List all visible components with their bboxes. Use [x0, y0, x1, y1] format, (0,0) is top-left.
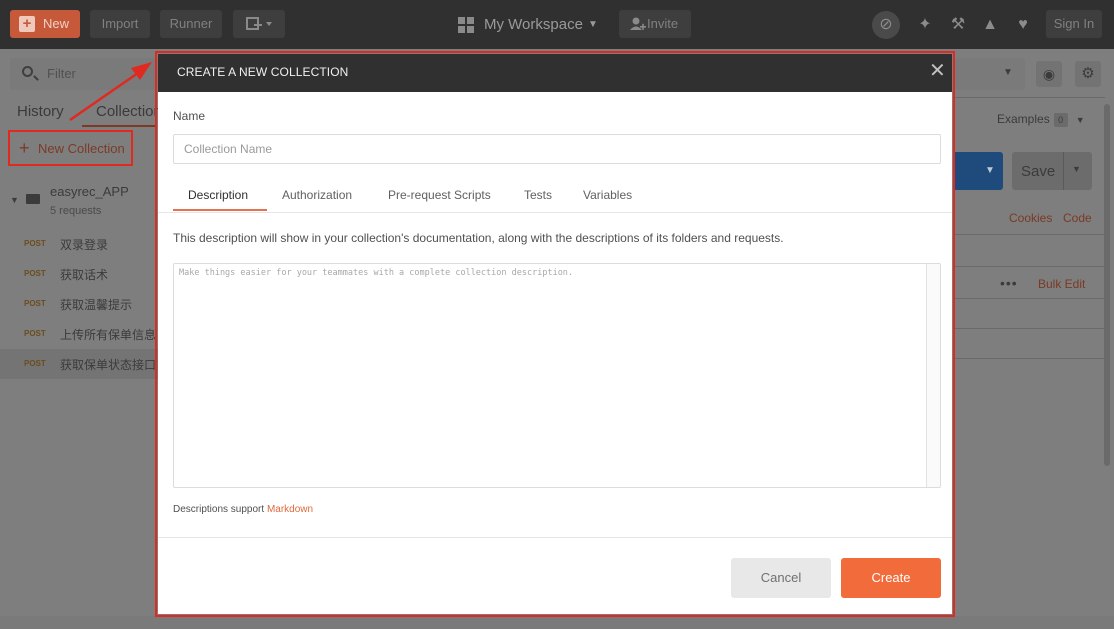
chevron-down-icon: ▼ — [985, 165, 995, 176]
method-badge: POST — [24, 239, 46, 248]
divider — [955, 97, 1105, 98]
annotation-arrow — [69, 62, 152, 122]
bell-icon[interactable]: ▲ — [979, 14, 1001, 36]
tab-tests[interactable]: Tests — [524, 188, 552, 202]
cancel-button[interactable]: Cancel — [731, 558, 831, 598]
code-link[interactable]: Code — [1063, 211, 1092, 225]
cookies-link[interactable]: Cookies — [1009, 211, 1052, 225]
request-name: 上传所有保单信息 — [60, 328, 157, 342]
chevron-down-icon: ▼ — [1003, 67, 1013, 78]
collection-name-input[interactable] — [173, 134, 941, 164]
request-name: 获取话术 — [60, 268, 109, 282]
examples-label: Examples — [997, 112, 1050, 126]
chevron-down-icon: ▼ — [588, 19, 598, 30]
workspace-label: My Workspace — [484, 16, 583, 33]
request-name: 获取温馨提示 — [60, 298, 133, 312]
divider — [955, 328, 1105, 329]
new-collection-label: New Collection — [38, 141, 125, 156]
invite-label: Invite — [647, 16, 679, 31]
create-collection-modal: CREATE A NEW COLLECTION ✕ Name Descripti… — [158, 54, 952, 614]
tab-authorization[interactable]: Authorization — [282, 188, 352, 202]
method-badge: POST — [24, 329, 46, 338]
description-help-text: This description will show in your colle… — [173, 231, 784, 245]
divider — [955, 358, 1105, 359]
status-bar — [0, 616, 1114, 629]
grid-icon — [458, 17, 474, 33]
modal-title: CREATE A NEW COLLECTION — [177, 65, 349, 79]
request-item[interactable]: POST 双录登录 — [0, 229, 158, 259]
new-window-icon — [246, 17, 272, 30]
collection-count: 5 requests — [50, 205, 102, 217]
divider — [158, 212, 952, 213]
tab-pre-request-scripts[interactable]: Pre-request Scripts — [388, 188, 491, 202]
examples-dropdown[interactable]: Examples 0 ▼ — [997, 112, 1085, 127]
heart-icon[interactable]: ♥ — [1012, 14, 1034, 36]
create-button[interactable]: Create — [841, 558, 941, 598]
scrollbar[interactable] — [926, 264, 940, 487]
markdown-note: Descriptions support Markdown — [173, 504, 313, 515]
tab-description[interactable]: Description — [188, 188, 248, 202]
description-textarea[interactable]: Make things easier for your teammates wi… — [173, 263, 941, 488]
more-icon[interactable]: ••• — [1000, 275, 1018, 291]
method-badge: POST — [24, 359, 46, 368]
folder-icon — [26, 194, 40, 204]
chevron-down-icon: ▼ — [1072, 164, 1081, 174]
environment-selector[interactable]: ▼ — [955, 58, 1025, 90]
tab-variables[interactable]: Variables — [583, 188, 632, 202]
new-window-button[interactable] — [233, 10, 285, 38]
request-item[interactable]: POST 获取温馨提示 — [0, 289, 158, 319]
chevron-down-icon: ▼ — [1075, 115, 1085, 125]
bulk-edit-link[interactable]: Bulk Edit — [1038, 277, 1085, 291]
markdown-link[interactable]: Markdown — [267, 504, 313, 515]
divider — [158, 537, 952, 538]
invite-button[interactable]: Invite — [619, 10, 691, 38]
add-user-icon — [630, 17, 646, 30]
send-dropdown-button[interactable]: ▼ — [955, 152, 1003, 190]
request-item[interactable]: POST 上传所有保单信息 — [0, 319, 158, 349]
method-badge: POST — [24, 299, 46, 308]
caret-down-icon: ▼ — [10, 195, 19, 205]
workspace-selector[interactable]: My Workspace ▼ — [458, 14, 608, 36]
active-tab-indicator — [173, 209, 267, 211]
description-placeholder: Make things easier for your teammates wi… — [179, 268, 574, 278]
satellite-icon[interactable]: ✦ — [914, 14, 936, 36]
examples-count: 0 — [1053, 113, 1068, 127]
eye-icon[interactable]: ◉ — [1036, 61, 1062, 87]
wrench-icon[interactable]: ⚒ — [947, 14, 969, 36]
save-label: Save — [1021, 163, 1056, 180]
sign-in-button[interactable]: Sign In — [1046, 10, 1102, 38]
request-item[interactable]: POST 获取保单状态接口 — [0, 349, 158, 379]
divider — [1063, 152, 1064, 190]
sync-off-icon[interactable]: ⊘ — [872, 11, 900, 39]
name-label: Name — [173, 109, 206, 123]
modal-header: CREATE A NEW COLLECTION ✕ — [158, 54, 952, 92]
save-button[interactable]: Save ▼ — [1012, 152, 1092, 190]
divider — [955, 298, 1105, 299]
collection-item[interactable]: ▼ easyrec_APP 5 requests — [8, 183, 158, 225]
request-name: 获取保单状态接口 — [60, 358, 157, 372]
markdown-note-text: Descriptions support — [173, 504, 265, 515]
plus-icon: + — [19, 138, 30, 158]
gear-icon[interactable]: ⚙ — [1075, 61, 1101, 87]
request-item[interactable]: POST 获取话术 — [0, 259, 158, 289]
collection-name: easyrec_APP — [50, 184, 129, 199]
new-collection-button[interactable]: + New Collection — [8, 130, 133, 166]
divider — [955, 234, 1105, 235]
method-badge: POST — [24, 269, 46, 278]
close-icon[interactable]: ✕ — [929, 61, 946, 81]
scrollbar[interactable] — [1104, 104, 1110, 466]
request-name: 双录登录 — [60, 238, 109, 252]
divider — [955, 266, 1105, 267]
